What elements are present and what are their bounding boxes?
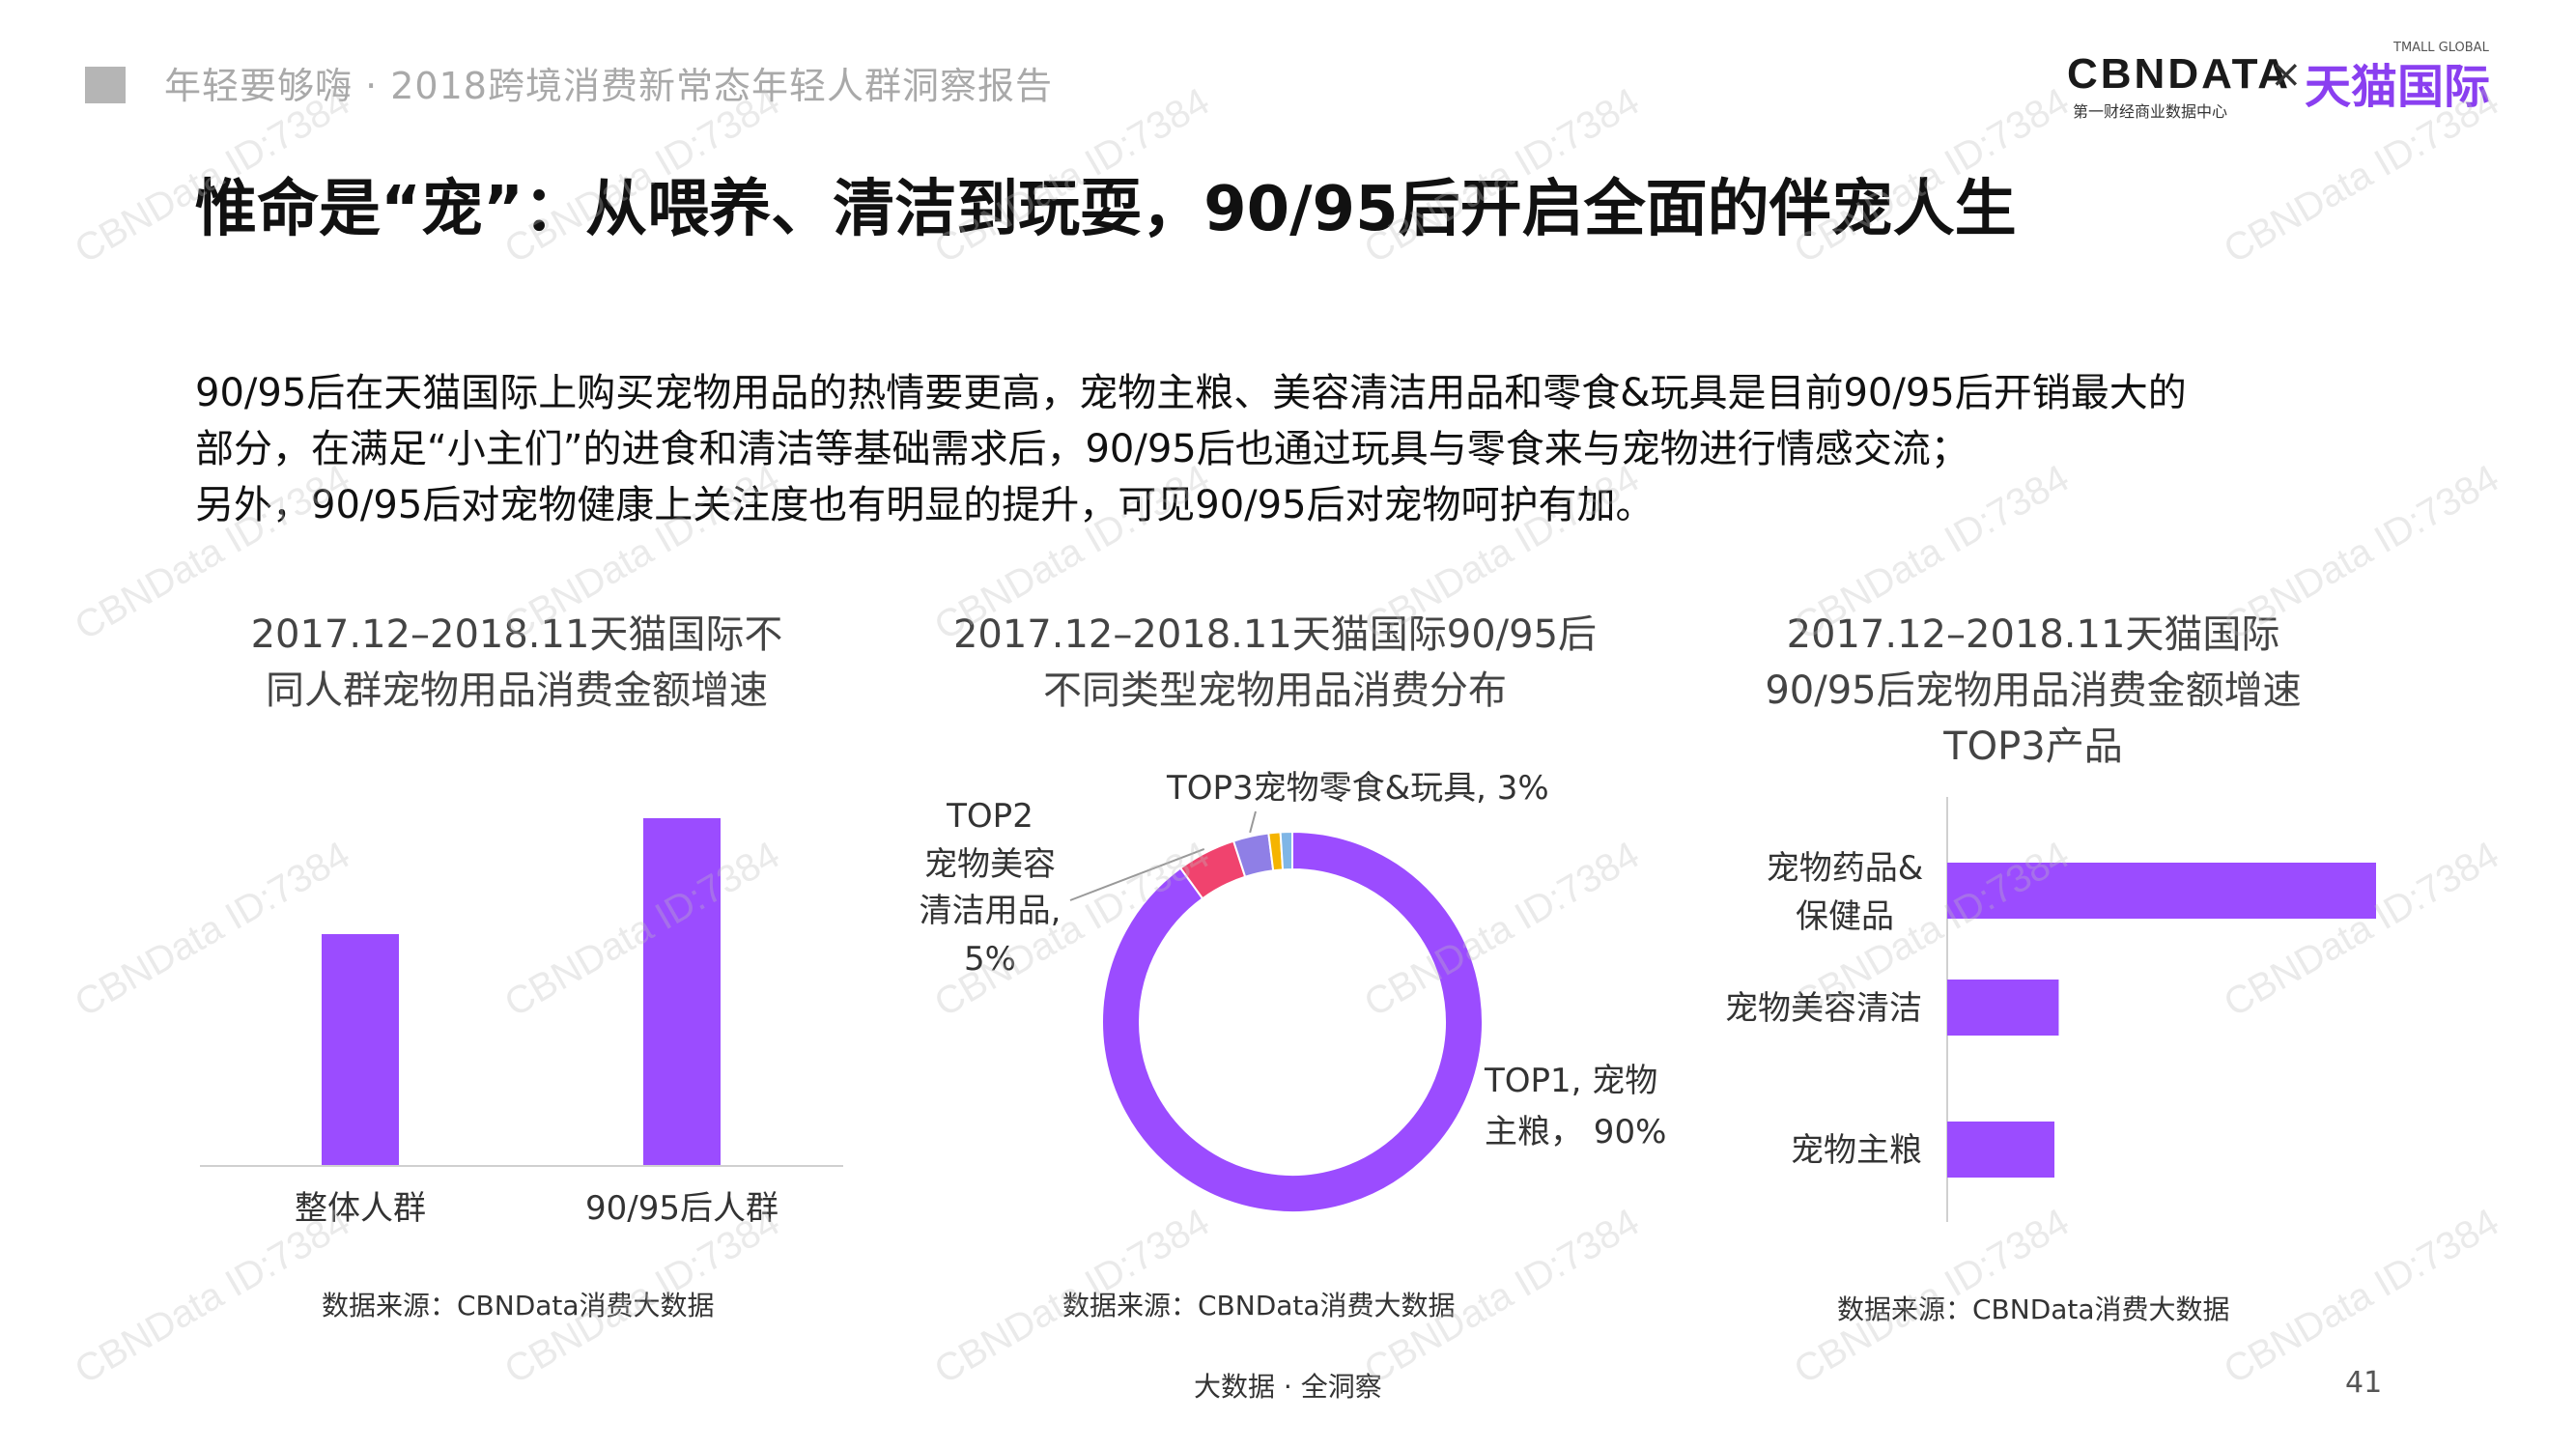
chart2-source: 数据来源：CBNData消费大数据 — [1062, 1290, 1456, 1321]
chart3-category-label: 宠物主粮 — [1791, 1131, 1922, 1170]
chart3-category-label: 宠物美容清洁 — [1725, 989, 1922, 1028]
chart2-top1-label-line: TOP1, 宠物 — [1484, 1062, 1657, 1100]
chart1-bar-chart: 整体人群 90/95后人群 — [200, 818, 843, 1228]
footer-tagline: 大数据 · 全洞察 — [1194, 1371, 1382, 1403]
chart1-source: 数据来源：CBNData消费大数据 — [322, 1290, 715, 1321]
chart2-slice-5 — [1279, 830, 1293, 871]
chart1-bar-1 — [322, 934, 399, 1166]
chart2-donut-chart: TOP1, 宠物主粮， 90% TOP2 宠物美容清洁用品, 5% TOP3宠物零食&玩… — [920, 769, 1666, 1213]
chart3-category-label-line: 宠物药品& — [1767, 849, 1924, 888]
chart2-slice-1 — [1101, 830, 1484, 1213]
chart3-bar-2 — [1947, 980, 2059, 1036]
chart3-hbar-chart: 宠物药品&保健品宠物美容清洁宠物主粮 — [1725, 797, 2376, 1222]
chart1-category-label: 整体人群 — [295, 1189, 426, 1228]
chart2-top2-label-line: 清洁用品, — [920, 892, 1062, 930]
chart2-top2-label-line: 宠物美容 — [924, 845, 1056, 884]
chart1-bar-2 — [643, 818, 721, 1166]
chart2-top3-leader-line — [1249, 810, 1257, 834]
chart2-top2-label-line: TOP2 — [946, 797, 1033, 836]
page-number: 41 — [2345, 1366, 2383, 1400]
chart3-bar-1 — [1947, 863, 2376, 919]
chart3-bar-3 — [1947, 1122, 2054, 1178]
chart2-top3-label: TOP3宠物零食&玩具, 3% — [1166, 769, 1549, 808]
chart3-category-label-line: 保健品 — [1796, 897, 1894, 936]
chart3-source: 数据来源：CBNData消费大数据 — [1837, 1293, 2230, 1325]
chart2-top1-label-line: 主粮， 90% — [1485, 1113, 1666, 1151]
chart2-top2-label-line: 5% — [964, 940, 1016, 979]
charts-canvas: 整体人群 90/95后人群 TOP1, 宠物主粮， 90% TOP2 宠物美容清洁用品… — [200, 769, 2376, 1228]
chart1-category-label: 90/95后人群 — [585, 1189, 778, 1228]
